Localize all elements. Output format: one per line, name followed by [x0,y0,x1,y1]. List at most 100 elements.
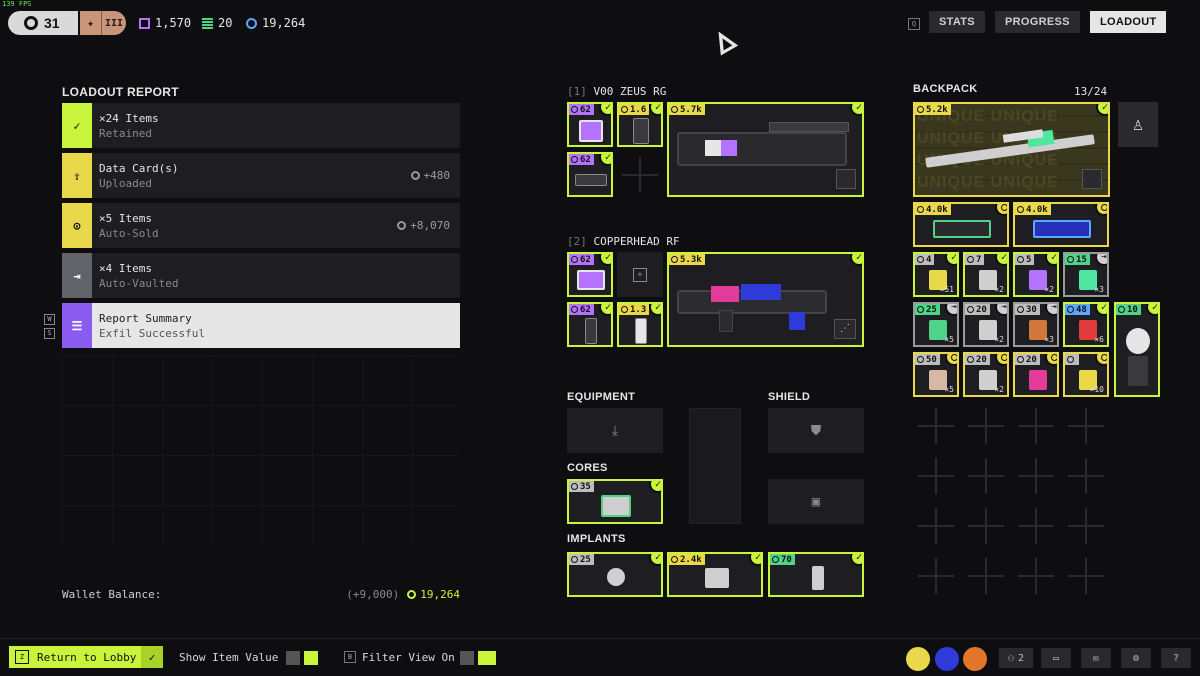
backpack-item[interactable]: 4 ×51 ✓ [913,252,959,297]
empty-backpack-cell[interactable] [918,458,954,494]
return-to-lobby-button[interactable]: Z Return to Lobby ✓ [9,646,163,668]
equipment-slot[interactable]: ⤓ [567,408,663,453]
coin-icon [917,256,924,263]
implants-title: IMPLANTS [567,533,626,545]
mail-icon[interactable]: ✉ [1081,648,1111,668]
tab-progress[interactable]: PROGRESS [995,11,1080,33]
attachment-icon [577,270,605,290]
core-slot[interactable]: 35 ✓ [567,479,663,524]
shield-slot[interactable]: ⛊ [768,408,864,453]
coin-icon [1017,306,1024,313]
player-level[interactable]: 31 [8,11,78,35]
coin-icon [1067,356,1074,363]
character-icon[interactable]: ♙ [1118,102,1158,147]
weapon-1-title: [1] V00 ZEUS RG [567,85,667,98]
sold-badge-icon [1095,354,1107,366]
backpack-item[interactable]: 20 ×2 [963,352,1009,397]
tab-loadout[interactable]: LOADOUT [1090,11,1167,33]
green-stack-icon [202,17,213,29]
backpack-item[interactable]: 48 ×6 ✓ [1063,302,1109,347]
weapon-1-attachment[interactable]: 1.6 ✓ [617,102,663,147]
empty-backpack-cell[interactable] [1018,508,1054,544]
purple-square-icon [139,17,150,29]
empty-backpack-cell[interactable] [1018,558,1054,594]
player-rank[interactable]: ✦ III [80,11,126,35]
implant-slot[interactable]: 25 ✓ [567,552,663,597]
top-bar: 31 ✦ III 1,570 20 19,264 Q STATS PROGRES… [0,8,1200,38]
empty-backpack-cell[interactable] [1068,558,1104,594]
coin-icon [571,256,578,263]
backpack-item[interactable]: 15 ×3 ⇥ [1063,252,1109,297]
backpack-item[interactable]: 4.0k [913,202,1009,247]
suit-icon [1128,356,1148,386]
chat-icon[interactable]: ▭ [1041,648,1071,668]
empty-backpack-cell[interactable] [968,408,1004,444]
currency-blue: 19,264 [246,16,305,30]
empty-backpack-cell[interactable] [1068,508,1104,544]
party-avatar-2[interactable] [935,647,959,671]
coin-icon [621,106,628,113]
backpack-item[interactable]: 5 ×2 ✓ [1013,252,1059,297]
download-icon: ⤓ [611,422,619,439]
empty-attachment-slot[interactable] [622,157,658,193]
report-row-auto-sold[interactable]: ⊙ ×5 Items Auto-Sold +8,070 [62,203,460,248]
equipment-tall-slot[interactable] [689,408,741,524]
party-count-button[interactable]: ⚇ 2 [999,648,1033,668]
report-row-auto-vaulted[interactable]: ⇥ ×4 Items Auto-Vaulted [62,253,460,298]
empty-backpack-cell[interactable] [1018,408,1054,444]
coin-icon [1067,256,1074,263]
backpack-item[interactable]: 30 ×3 ⇥ [1013,302,1059,347]
empty-attachment-slot[interactable]: + [617,252,663,297]
backpack-item[interactable]: ×10 [1063,352,1109,397]
help-icon[interactable]: ? [1161,648,1191,668]
upload-icon: ⇪ [62,153,92,198]
tab-stats[interactable]: STATS [929,11,985,33]
implant-slot[interactable]: 70 ✓ [768,552,864,597]
empty-backpack-cell[interactable] [968,508,1004,544]
empty-backpack-cell[interactable] [918,558,954,594]
backpack-tall-item[interactable]: 10 ✓ [1114,302,1160,397]
backpack-item[interactable]: 50 ×5 [913,352,959,397]
report-row-uploaded[interactable]: ⇪ Data Card(s) Uploaded +480 [62,153,460,198]
weapon-2-attachment[interactable]: 62 ✓ [567,302,613,347]
weapon-2-attachment[interactable]: 1.3 ✓ [617,302,663,347]
empty-backpack-cell[interactable] [1068,458,1104,494]
report-row-summary[interactable]: ☰ Report Summary Exfil Successful [62,303,460,348]
show-value-on-toggle[interactable] [304,651,318,665]
vault-badge-icon: ⇥ [1045,304,1057,316]
check-icon: ✓ [649,554,661,566]
filter-hide-toggle[interactable] [460,651,474,665]
coin-icon [571,306,578,313]
weapon-1-attachment[interactable]: 62 ✓ [567,102,613,147]
core-slot-empty[interactable]: ▣ [768,479,864,524]
backpack-item[interactable]: 4.0k [1013,202,1109,247]
empty-backpack-cell[interactable] [1018,458,1054,494]
backpack-item[interactable]: 7 ×2 ✓ [963,252,1009,297]
coin-icon [1017,356,1024,363]
weapon-1-main[interactable]: 5.7k ✓ [667,102,864,197]
report-row-retained[interactable]: ✓ ×24 Items Retained [62,103,460,148]
show-value-off-toggle[interactable] [286,651,300,665]
coin-icon [917,106,924,113]
implant-slot[interactable]: 2.4k ✓ [667,552,763,597]
backpack-unique-weapon[interactable]: UNIQUE UNIQUE UNIQUE UNIQUE UNIQUE UNIQU… [913,102,1110,197]
weapon-1-attachment[interactable]: 62 ✓ [567,152,613,197]
party-avatar-3[interactable] [963,647,987,671]
weapon-2-main[interactable]: 5.3k ⋰ ✓ [667,252,864,347]
sold-icon: ⊙ [62,203,92,248]
empty-backpack-cell[interactable] [918,408,954,444]
backpack-item[interactable]: 20 ×2 ⇥ [963,302,1009,347]
weapon-2-attachment[interactable]: 62 ✓ [567,252,613,297]
backpack-item[interactable]: 25 ×5 ⇥ [913,302,959,347]
party-avatar-1[interactable] [906,647,930,671]
backpack-item[interactable]: 20 [1013,352,1059,397]
empty-backpack-cell[interactable] [968,458,1004,494]
empty-backpack-cell[interactable] [1068,408,1104,444]
gear-icon[interactable]: ⚙ [1121,648,1151,668]
report-title: LOADOUT REPORT [62,85,179,99]
check-icon: ✓ [599,304,611,316]
empty-backpack-cell[interactable] [968,558,1004,594]
backpack-title: BACKPACK [913,83,978,95]
empty-backpack-cell[interactable] [918,508,954,544]
filter-eye-toggle[interactable] [478,651,496,665]
